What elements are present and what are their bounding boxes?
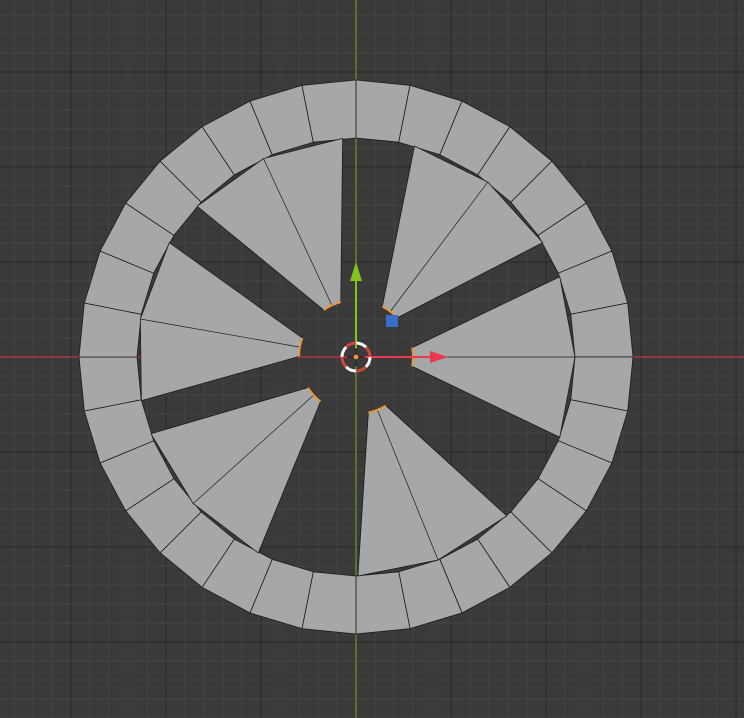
3d-viewport[interactable] (0, 0, 744, 718)
object-origin-icon (352, 353, 360, 361)
gizmo-xy-plane-handle[interactable] (386, 315, 398, 327)
viewport-canvas[interactable] (0, 0, 744, 718)
gizmo-y-arrow-icon[interactable] (350, 262, 362, 281)
